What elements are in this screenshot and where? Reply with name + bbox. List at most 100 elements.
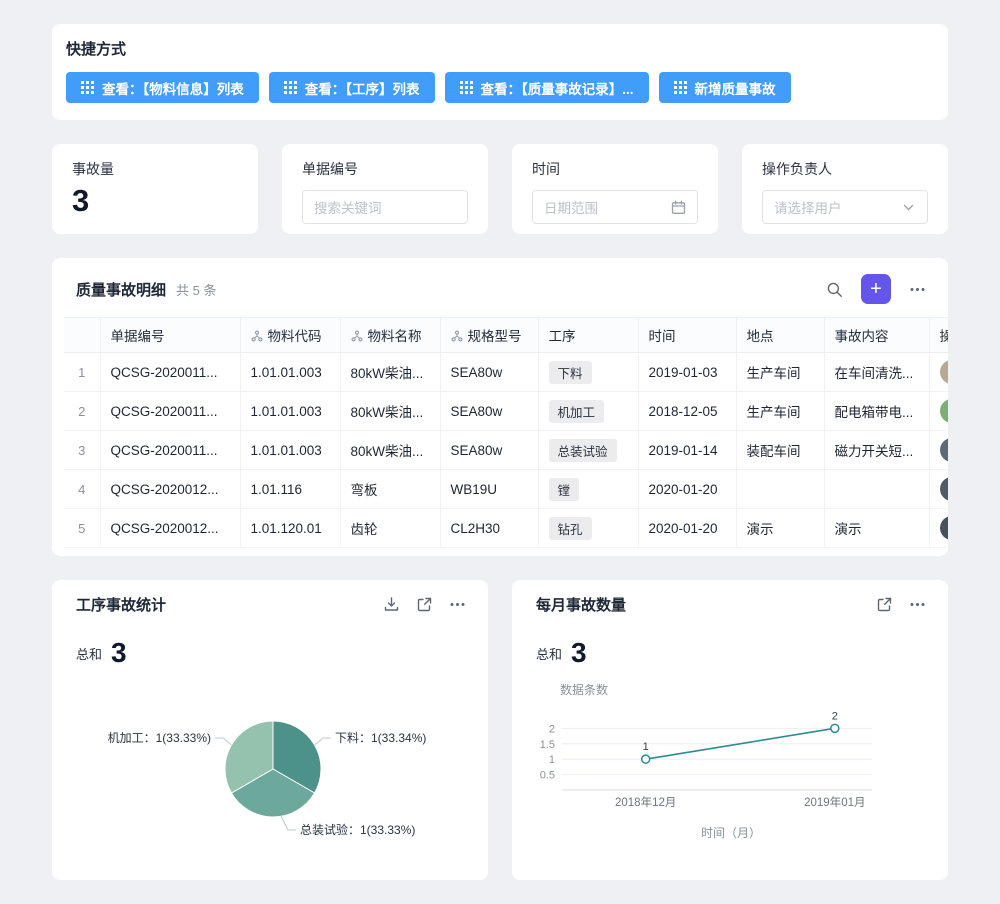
- column-header-index[interactable]: [64, 318, 100, 353]
- operator-select[interactable]: 请选择用户: [762, 190, 928, 224]
- cell-place[interactable]: 生产车间: [736, 392, 824, 431]
- pie-chart: 下料：1(33.34%) 机加工：1(33.33%) 总装试验：1(33.33%…: [77, 673, 466, 880]
- date-range-input[interactable]: 日期范围: [532, 190, 698, 224]
- cell-material-code[interactable]: 1.01.01.003: [240, 431, 340, 470]
- shortcut-button-2[interactable]: 查看：【质量事故记录】...: [445, 72, 649, 103]
- cell-content[interactable]: 在车间清洗...: [824, 353, 929, 392]
- y-tick-label: 1.5: [540, 739, 555, 751]
- more-menu-icon[interactable]: [909, 596, 926, 613]
- data-point[interactable]: [831, 724, 839, 732]
- cell-operator[interactable]: [929, 431, 948, 470]
- cell-material-name[interactable]: 齿轮: [340, 509, 440, 548]
- cell-material-name[interactable]: 80kW柴油...: [340, 392, 440, 431]
- stat-card-accidents: 事故量 3: [52, 144, 258, 234]
- column-header-label: 工序: [549, 329, 576, 344]
- cell-spec[interactable]: SEA80w: [440, 353, 538, 392]
- data-point-label: 1: [643, 741, 649, 753]
- cell-date[interactable]: 2018-12-05: [638, 392, 736, 431]
- cell-material-code[interactable]: 1.01.116: [240, 470, 340, 509]
- avatar: [940, 516, 949, 540]
- input-placeholder: 日期范围: [544, 197, 598, 217]
- search-icon[interactable]: [826, 281, 843, 298]
- filter-label-operator: 操作负责人: [762, 159, 928, 179]
- table-count: 共 5 条: [176, 280, 216, 299]
- column-header-spec[interactable]: 规格型号: [440, 318, 538, 353]
- cell-spec[interactable]: WB19U: [440, 470, 538, 509]
- cell-content[interactable]: 演示: [824, 509, 929, 548]
- column-header-content[interactable]: 事故内容: [824, 318, 929, 353]
- cell-doc-no[interactable]: QCSG-2020011...: [100, 392, 240, 431]
- open-in-new-icon[interactable]: [416, 596, 433, 613]
- table-row[interactable]: 1QCSG-2020011...1.01.01.00380kW柴油...SEA8…: [64, 353, 948, 392]
- cell-material-code[interactable]: 1.01.01.003: [240, 353, 340, 392]
- cell-content[interactable]: 配电箱带电...: [824, 392, 929, 431]
- table-row[interactable]: 3QCSG-2020011...1.01.01.00380kW柴油...SEA8…: [64, 431, 948, 470]
- cell-place[interactable]: 演示: [736, 509, 824, 548]
- row-index: 2: [64, 392, 100, 431]
- cell-process[interactable]: 下料: [538, 353, 638, 392]
- cell-content[interactable]: [824, 470, 929, 509]
- shortcut-button-label: 查看：【物料信息】列表: [102, 78, 244, 98]
- export-icon[interactable]: [383, 596, 400, 613]
- cell-date[interactable]: 2019-01-14: [638, 431, 736, 470]
- cell-date[interactable]: 2020-01-20: [638, 509, 736, 548]
- cell-process[interactable]: 钻孔: [538, 509, 638, 548]
- shortcut-button-0[interactable]: 查看：【物料信息】列表: [66, 72, 259, 103]
- filter-label-time: 时间: [532, 159, 698, 179]
- cell-process[interactable]: 镗: [538, 470, 638, 509]
- cell-spec[interactable]: SEA80w: [440, 431, 538, 470]
- y-axis-title: 数据条数: [560, 681, 926, 698]
- table-row[interactable]: 2QCSG-2020011...1.01.01.00380kW柴油...SEA8…: [64, 392, 948, 431]
- cell-material-code[interactable]: 1.01.120.01: [240, 509, 340, 548]
- column-header-material_code[interactable]: 物料代码: [240, 318, 340, 353]
- table-scroll-area[interactable]: 单据编号物料代码物料名称规格型号工序 时间地点事故内容 操作负责人 1QCSG-20…: [64, 317, 948, 548]
- column-header-label: 事故内容: [835, 329, 889, 344]
- more-menu-icon[interactable]: [449, 596, 466, 613]
- table-row[interactable]: 5QCSG-2020012...1.01.120.01齿轮CL2H30钻孔202…: [64, 509, 948, 548]
- cell-material-name[interactable]: 弯板: [340, 470, 440, 509]
- column-header-operator[interactable]: 操作负责人: [929, 318, 948, 353]
- shortcut-button-1[interactable]: 查看：【工序】列表: [269, 72, 435, 103]
- pie-chart-title: 工序事故统计: [76, 594, 166, 615]
- cell-date[interactable]: 2019-01-03: [638, 353, 736, 392]
- column-header-place[interactable]: 地点: [736, 318, 824, 353]
- shortcut-button-3[interactable]: 新增质量事故: [659, 72, 791, 103]
- more-menu-icon[interactable]: [909, 281, 926, 298]
- cell-operator[interactable]: [929, 509, 948, 548]
- cell-place[interactable]: 生产车间: [736, 353, 824, 392]
- data-point[interactable]: [642, 755, 650, 763]
- table-row[interactable]: 4QCSG-2020012...1.01.116弯板WB19U镗2020-01-…: [64, 470, 948, 509]
- doc-no-search-input[interactable]: 搜索关键词: [302, 190, 468, 224]
- cell-doc-no[interactable]: QCSG-2020011...: [100, 353, 240, 392]
- cell-doc-no[interactable]: QCSG-2020012...: [100, 509, 240, 548]
- cell-date[interactable]: 2020-01-20: [638, 470, 736, 509]
- cell-spec[interactable]: SEA80w: [440, 392, 538, 431]
- cell-doc-no[interactable]: QCSG-2020011...: [100, 431, 240, 470]
- cell-operator[interactable]: [929, 353, 948, 392]
- cell-operator[interactable]: [929, 392, 948, 431]
- cell-doc-no[interactable]: QCSG-2020012...: [100, 470, 240, 509]
- column-header-doc_no[interactable]: 单据编号: [100, 318, 240, 353]
- add-record-button[interactable]: +: [861, 274, 891, 304]
- column-header-material_name[interactable]: 物料名称: [340, 318, 440, 353]
- cell-process[interactable]: 总装试验: [538, 431, 638, 470]
- cell-material-name[interactable]: 80kW柴油...: [340, 431, 440, 470]
- cell-spec[interactable]: CL2H30: [440, 509, 538, 548]
- cell-place[interactable]: [736, 470, 824, 509]
- pie-leader-line: [215, 738, 231, 745]
- open-in-new-icon[interactable]: [876, 596, 893, 613]
- shortcut-buttons-row: 查看：【物料信息】列表 查看：【工序】列表查看：【质量事故记录】... 新增质量事故: [66, 72, 934, 103]
- cell-content[interactable]: 磁力开关短...: [824, 431, 929, 470]
- cell-place[interactable]: 装配车间: [736, 431, 824, 470]
- table-header-bar: 质量事故明细 共 5 条 +: [52, 258, 948, 317]
- row-index: 5: [64, 509, 100, 548]
- cell-material-name[interactable]: 80kW柴油...: [340, 353, 440, 392]
- stat-value: 3: [72, 182, 238, 219]
- column-header-date[interactable]: 时间: [638, 318, 736, 353]
- avatar: [940, 399, 949, 423]
- relation-icon: [451, 330, 463, 342]
- cell-operator[interactable]: [929, 470, 948, 509]
- cell-process[interactable]: 机加工: [538, 392, 638, 431]
- cell-material-code[interactable]: 1.01.01.003: [240, 392, 340, 431]
- column-header-process[interactable]: 工序: [538, 318, 638, 353]
